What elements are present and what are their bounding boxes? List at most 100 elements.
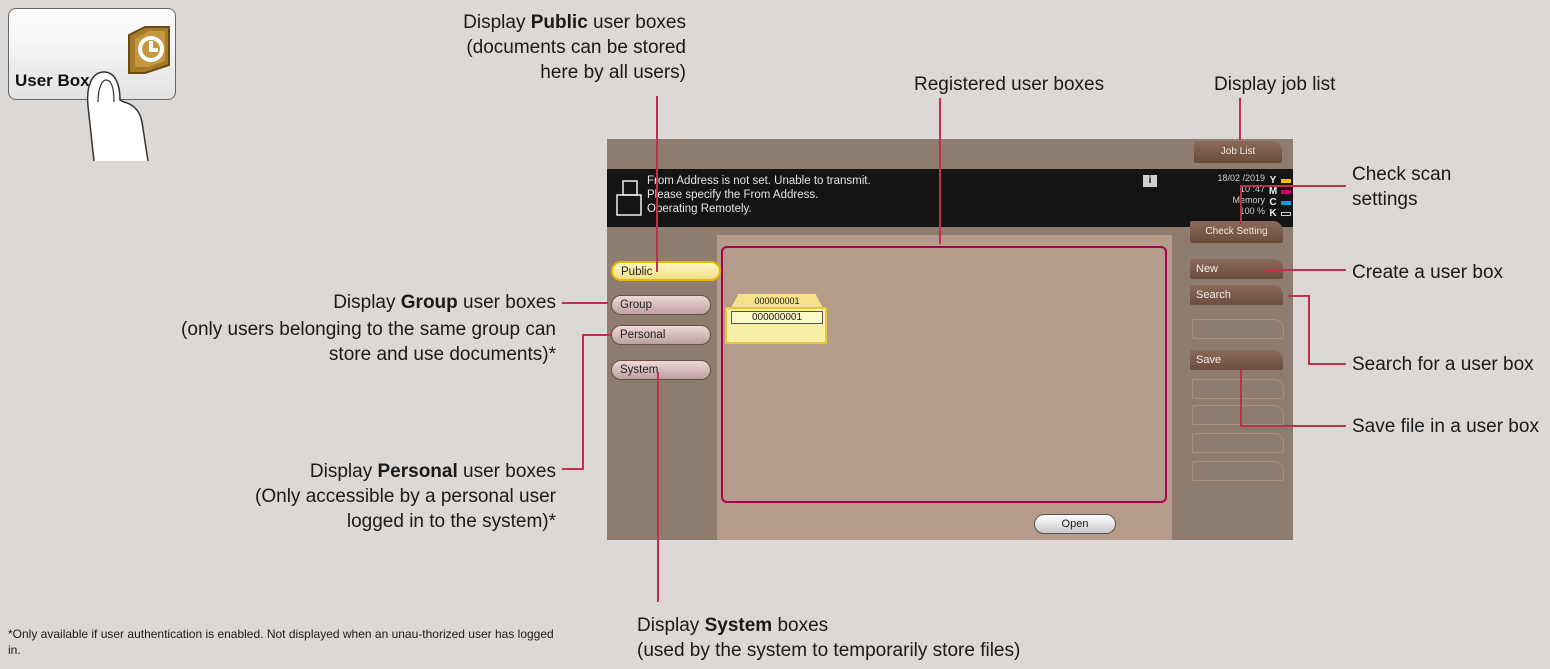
text-bold: System bbox=[704, 615, 773, 636]
pointing-finger-icon bbox=[86, 71, 149, 162]
text: user boxes bbox=[587, 12, 686, 33]
message-line: Operating Remotely. bbox=[647, 203, 752, 215]
leader-create bbox=[1266, 269, 1346, 271]
text-bold: Public bbox=[530, 12, 588, 33]
tab-public[interactable]: Public bbox=[611, 261, 721, 281]
tab-system[interactable]: System bbox=[611, 360, 711, 380]
open-button[interactable]: Open bbox=[1034, 514, 1116, 534]
leader-group bbox=[562, 302, 608, 304]
annotation-registered: Registered user boxes bbox=[914, 74, 1105, 95]
annotation-line: settings bbox=[1352, 189, 1418, 210]
annotation-line: Display Personal user boxes bbox=[255, 459, 556, 484]
search-label: Search bbox=[1196, 289, 1231, 301]
annotation-line: Display System boxes bbox=[637, 613, 1020, 638]
disabled-button bbox=[1192, 461, 1284, 481]
tab-public-label: Public bbox=[621, 266, 653, 278]
info-icon[interactable]: i bbox=[1143, 175, 1157, 187]
toner-label-c: C bbox=[1269, 197, 1277, 208]
toner-bar-k bbox=[1281, 212, 1291, 216]
new-label: New bbox=[1196, 263, 1219, 275]
annotation-line: store and use documents)* bbox=[328, 344, 556, 365]
tab-system-label: System bbox=[620, 364, 659, 376]
check-setting-button[interactable]: Check Setting bbox=[1190, 221, 1283, 243]
leader-registered bbox=[939, 98, 941, 244]
annotation-personal: Display Personal user boxes (Only access… bbox=[255, 459, 556, 534]
user-box-item[interactable]: 000000001 bbox=[725, 307, 827, 344]
annotation-check-scan: Check scan settings bbox=[1352, 162, 1451, 212]
text-bold: Group bbox=[400, 292, 458, 313]
disabled-button bbox=[1192, 405, 1284, 425]
leader-public bbox=[656, 96, 658, 272]
annotation-line: (only users belonging to the same group … bbox=[181, 319, 556, 340]
annotation-search: Search for a user box bbox=[1352, 354, 1534, 375]
leader-search-h2 bbox=[1308, 363, 1346, 365]
leader-check-scan-v bbox=[1240, 185, 1242, 225]
annotation-line: logged in to the system)* bbox=[346, 511, 556, 532]
annotation-line: Display Public user boxes bbox=[463, 10, 686, 35]
annotation-system: Display System boxes (used by the system… bbox=[637, 613, 1020, 663]
user-box-name: 000000001 bbox=[731, 311, 823, 324]
save-label: Save bbox=[1196, 354, 1222, 366]
text: Display bbox=[463, 12, 531, 33]
annotation-group: Display Group user boxes bbox=[333, 290, 556, 315]
toner-bar-m bbox=[1281, 190, 1291, 194]
date: 18/02 /2019 bbox=[1217, 173, 1265, 183]
user-box-tab[interactable]: 000000001 bbox=[731, 294, 823, 308]
toner-labels: Y M C K bbox=[1267, 175, 1279, 219]
annotation-line: here by all users) bbox=[540, 62, 686, 83]
leader-search-h1 bbox=[1288, 295, 1310, 297]
leader-job-list bbox=[1239, 98, 1241, 140]
toner-bar-c bbox=[1281, 201, 1291, 205]
annotation-line: Check scan bbox=[1352, 164, 1452, 185]
annotation-save: Save file in a user box bbox=[1352, 416, 1539, 437]
annotation-line: (Only accessible by a personal user bbox=[255, 486, 556, 507]
text: user boxes bbox=[457, 292, 556, 313]
annotation-group-detail: (only users belonging to the same group … bbox=[181, 317, 556, 367]
toner-label-k: K bbox=[1269, 208, 1277, 219]
search-button[interactable]: Search bbox=[1190, 285, 1283, 305]
annotation-job-list: Display job list bbox=[1214, 74, 1336, 95]
leader-personal-h2 bbox=[562, 468, 584, 470]
footnote: *Only available if user authentication i… bbox=[8, 627, 554, 657]
text: boxes bbox=[772, 615, 829, 636]
leader-system bbox=[657, 372, 659, 602]
tab-group-label: Group bbox=[620, 299, 652, 311]
leader-save-v bbox=[1240, 370, 1242, 427]
user-box-key-label: User Box bbox=[15, 71, 90, 90]
annotation-create: Create a user box bbox=[1352, 262, 1504, 283]
disabled-button bbox=[1192, 379, 1284, 399]
leader-personal-v bbox=[582, 334, 584, 470]
text: Display bbox=[637, 615, 705, 636]
annotation-line: (used by the system to temporarily store… bbox=[637, 640, 1021, 661]
save-button[interactable]: Save bbox=[1190, 350, 1283, 370]
annotation-line: (documents can be stored bbox=[466, 37, 686, 58]
disabled-button bbox=[1192, 319, 1284, 339]
leader-personal-h1 bbox=[584, 334, 612, 336]
printer-icon bbox=[616, 180, 642, 216]
status-message: From Address is not set. Unable to trans… bbox=[647, 174, 871, 216]
toner-label-m: M bbox=[1268, 186, 1278, 197]
tab-personal[interactable]: Personal bbox=[611, 325, 711, 345]
registered-box-area bbox=[721, 246, 1167, 503]
toner-bar-y bbox=[1281, 179, 1291, 183]
open-label: Open bbox=[1061, 518, 1089, 530]
leader-search-v bbox=[1308, 295, 1310, 365]
tab-personal-label: Personal bbox=[620, 329, 666, 341]
text: Display bbox=[333, 292, 401, 313]
status-bar: From Address is not set. Unable to trans… bbox=[607, 169, 1293, 227]
annotation-line: Display Group user boxes bbox=[333, 290, 556, 315]
check-setting-label: Check Setting bbox=[1205, 226, 1268, 237]
control-panel-screen: Job List From Address is not set. Unable… bbox=[607, 139, 1293, 540]
tab-group[interactable]: Group bbox=[611, 295, 711, 315]
text-bold: Personal bbox=[377, 461, 458, 482]
disabled-button bbox=[1192, 433, 1284, 453]
job-list-label: Job List bbox=[1220, 146, 1256, 157]
leader-save-h bbox=[1240, 425, 1346, 427]
text: Display bbox=[309, 461, 378, 482]
text: user boxes bbox=[457, 461, 556, 482]
job-list-button[interactable]: Job List bbox=[1194, 141, 1282, 163]
user-box-number: 000000001 bbox=[754, 296, 800, 306]
message-line: From Address is not set. Unable to trans… bbox=[647, 175, 871, 187]
leader-check-scan-h bbox=[1240, 185, 1346, 187]
message-line: Please specify the From Address. bbox=[647, 189, 819, 201]
